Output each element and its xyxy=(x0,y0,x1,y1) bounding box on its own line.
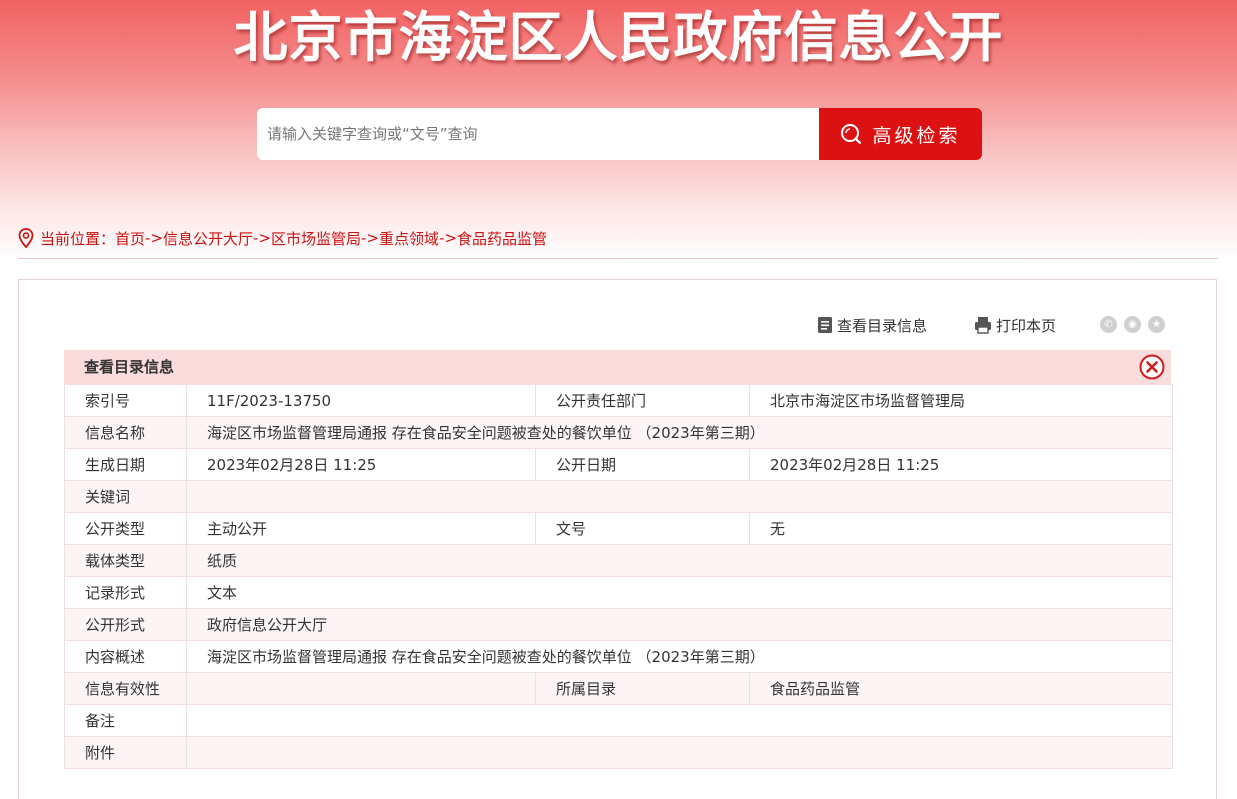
search-icon xyxy=(841,124,862,145)
value-remarks xyxy=(186,704,1173,737)
value-record-form: 文本 xyxy=(186,576,1173,609)
breadcrumb-separator: -> xyxy=(361,229,380,247)
breadcrumb-home[interactable]: 首页 xyxy=(115,228,145,249)
label-remarks: 备注 xyxy=(64,704,187,737)
wechat-icon[interactable]: ✆ xyxy=(1100,316,1117,333)
value-keywords xyxy=(186,480,1173,513)
label-publish-date: 公开日期 xyxy=(535,448,750,481)
value-catalog: 食品药品监管 xyxy=(749,672,1173,705)
table-row: 生成日期 2023年02月28日 11:25 公开日期 2023年02月28日 … xyxy=(64,448,1173,481)
value-disclosure-type: 主动公开 xyxy=(186,512,536,545)
label-department: 公开责任部门 xyxy=(535,384,750,417)
toolbar: 查看目录信息 xyxy=(817,315,927,335)
search-input[interactable] xyxy=(257,108,819,160)
view-catalog-label: 查看目录信息 xyxy=(837,316,928,335)
label-info-name: 信息名称 xyxy=(64,416,187,449)
value-carrier-type: 纸质 xyxy=(186,544,1173,577)
value-publish-date: 2023年02月28日 11:25 xyxy=(749,448,1173,481)
print-label: 打印本页 xyxy=(996,316,1057,335)
breadcrumb-info-hall[interactable]: 信息公开大厅 xyxy=(163,228,253,249)
label-carrier-type: 载体类型 xyxy=(64,544,187,577)
label-document-number: 文号 xyxy=(535,512,750,545)
label-attachments: 附件 xyxy=(64,736,187,769)
label-disclosure-type: 公开类型 xyxy=(64,512,187,545)
star-icon[interactable]: ★ xyxy=(1148,316,1165,333)
catalog-info-table: 索引号 11F/2023-13750 公开责任部门 北京市海淀区市场监督管理局 … xyxy=(64,384,1173,769)
location-pin-icon xyxy=(18,228,34,248)
table-row: 信息名称 海淀区市场监督管理局通报 存在食品安全问题被查处的餐饮单位 （2023… xyxy=(64,416,1173,449)
search-button-label: 高级检索 xyxy=(872,124,961,147)
table-row: 内容概述 海淀区市场监督管理局通报 存在食品安全问题被查处的餐饮单位 （2023… xyxy=(64,640,1173,673)
table-row: 关键词 xyxy=(64,480,1173,513)
label-catalog: 所属目录 xyxy=(535,672,750,705)
table-row: 附件 xyxy=(64,736,1173,769)
table-row: 索引号 11F/2023-13750 公开责任部门 北京市海淀区市场监督管理局 xyxy=(64,384,1173,417)
close-icon[interactable] xyxy=(1139,354,1165,380)
value-created-date: 2023年02月28日 11:25 xyxy=(186,448,536,481)
site-title: 北京市海淀区人民政府信息公开 xyxy=(233,6,1004,69)
advanced-search-button[interactable]: 高级检索 xyxy=(819,108,982,160)
breadcrumb-market-bureau[interactable]: 区市场监管局 xyxy=(271,228,361,249)
share-icons: ✆ ◉ ★ xyxy=(1100,316,1165,333)
label-validity: 信息有效性 xyxy=(64,672,187,705)
print-button[interactable]: 打印本页 xyxy=(974,315,1056,336)
value-disclosure-form: 政府信息公开大厅 xyxy=(186,608,1173,641)
breadcrumb-separator: -> xyxy=(145,229,164,247)
breadcrumb-food-drug[interactable]: 食品药品监管 xyxy=(457,228,547,249)
printer-icon xyxy=(975,317,991,334)
value-department: 北京市海淀区市场监督管理局 xyxy=(749,384,1173,417)
breadcrumb-prefix: 当前位置： xyxy=(40,229,116,248)
breadcrumb-separator: -> xyxy=(439,229,458,247)
table-row: 信息有效性 所属目录 食品药品监管 xyxy=(64,672,1173,705)
breadcrumb: 当前位置： 首页 -> 信息公开大厅 -> 区市场监管局 -> 重点领域 -> … xyxy=(18,226,547,250)
value-attachments xyxy=(186,736,1173,769)
breadcrumb-key-areas[interactable]: 重点领域 xyxy=(379,228,439,249)
breadcrumb-separator: -> xyxy=(253,229,272,247)
table-row: 公开形式 政府信息公开大厅 xyxy=(64,608,1173,641)
info-panel-header: 查看目录信息 xyxy=(64,350,1171,384)
value-validity xyxy=(186,672,536,705)
document-icon xyxy=(818,317,832,333)
table-row: 载体类型 纸质 xyxy=(64,544,1173,577)
value-document-number: 无 xyxy=(749,512,1173,545)
breadcrumb-divider xyxy=(18,258,1218,259)
label-index-number: 索引号 xyxy=(64,384,187,417)
label-disclosure-form: 公开形式 xyxy=(64,608,187,641)
value-index-number: 11F/2023-13750 xyxy=(186,384,536,417)
view-catalog-button[interactable]: 查看目录信息 xyxy=(817,315,927,336)
value-info-name: 海淀区市场监督管理局通报 存在食品安全问题被查处的餐饮单位 （2023年第三期） xyxy=(186,416,1173,449)
weibo-icon[interactable]: ◉ xyxy=(1124,316,1141,333)
label-created-date: 生成日期 xyxy=(64,448,187,481)
info-panel-title: 查看目录信息 xyxy=(84,358,175,376)
print-tool: 打印本页 xyxy=(974,315,1056,335)
table-row: 备注 xyxy=(64,704,1173,737)
value-content-summary: 海淀区市场监督管理局通报 存在食品安全问题被查处的餐饮单位 （2023年第三期） xyxy=(186,640,1173,673)
label-record-form: 记录形式 xyxy=(64,576,187,609)
table-row: 记录形式 文本 xyxy=(64,576,1173,609)
label-content-summary: 内容概述 xyxy=(64,640,187,673)
label-keywords: 关键词 xyxy=(64,480,187,513)
table-row: 公开类型 主动公开 文号 无 xyxy=(64,512,1173,545)
